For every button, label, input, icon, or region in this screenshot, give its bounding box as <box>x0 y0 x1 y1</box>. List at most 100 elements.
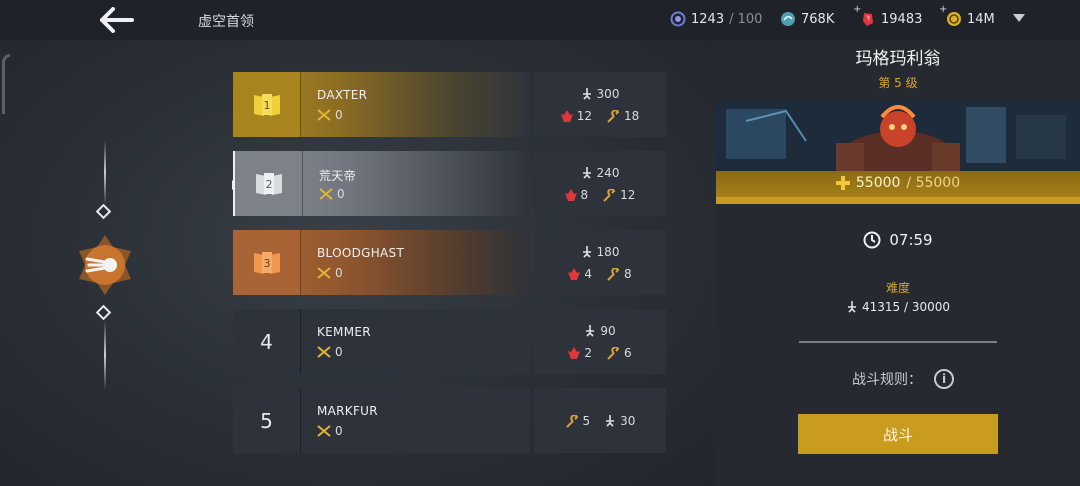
difficulty-label: 难度 <box>885 281 910 295</box>
power-stat: 90 <box>534 324 666 338</box>
leaderboard-row[interactable]: 2 荒天帝 0 240 8 12 <box>233 151 666 216</box>
clock-icon <box>863 231 881 249</box>
boss-portrait <box>716 101 1080 173</box>
kills-value: 0 <box>335 345 343 359</box>
player-stats: 180 4 8 <box>534 230 666 295</box>
track-node-upper[interactable] <box>95 203 112 220</box>
rank-badge: 3 <box>233 230 301 295</box>
power-value: 240 <box>596 166 620 180</box>
panel-edge-decoration <box>2 54 10 114</box>
resource-void-crystal[interactable]: 1243 / 100 <box>670 11 762 27</box>
page-title: 虚空首领 <box>198 14 254 30</box>
sword-power-icon <box>847 301 856 313</box>
boss-hp-max: / 55000 <box>906 175 961 191</box>
player-info: 1 DAXTER 0 <box>233 72 530 137</box>
difficulty-value: 41315 / 30000 <box>716 300 1080 314</box>
player-info: 5 MARKFUR 0 <box>233 388 530 453</box>
rank-badge: 5 <box>233 388 301 453</box>
resource-stats: 8 12 <box>534 188 666 202</box>
track-line-lower <box>104 320 106 390</box>
power-stat: 180 <box>534 245 666 259</box>
void-crystal-max: / 100 <box>729 11 763 27</box>
kills-value: 0 <box>337 187 345 201</box>
power-value: 90 <box>600 324 616 338</box>
rank-number: 4 <box>260 329 273 354</box>
red-crystal-icon <box>560 109 573 122</box>
rules-label: 战斗规则： <box>852 372 922 388</box>
rank-number: 3 <box>263 257 270 270</box>
boss-level: 第 5 级 <box>878 76 918 90</box>
player-kills: 0 <box>317 424 343 438</box>
resource-stats: 2 6 <box>534 346 666 360</box>
boss-hp-current: 55000 <box>855 175 901 191</box>
leaderboard-row[interactable]: 5 MARKFUR 0 5 30 <box>233 388 666 453</box>
back-button[interactable] <box>98 6 138 34</box>
rank-silver-banner-icon: 2 <box>255 172 282 195</box>
resource-stats: 12 18 <box>534 109 666 123</box>
player-name: DAXTER <box>317 88 368 102</box>
energy-orb-value: 768K <box>801 11 835 27</box>
red-crystal-icon <box>568 346 581 359</box>
track-node-lower[interactable] <box>95 304 112 321</box>
player-stats: 90 2 6 <box>534 309 666 374</box>
stat-b-value: 18 <box>624 109 640 123</box>
info-icon[interactable]: i <box>934 369 954 389</box>
add-gold-icon[interactable]: + <box>939 4 947 15</box>
gold-coin-value: 14M <box>967 11 995 27</box>
add-gem-icon[interactable]: + <box>853 4 861 15</box>
void-crystal-icon <box>670 11 686 27</box>
stat-a-value: 8 <box>580 188 589 202</box>
rank-bronze-banner-icon: 3 <box>253 251 280 274</box>
crossed-swords-icon <box>317 267 331 279</box>
leaderboard-row[interactable]: 3 BLOODGHAST 0 180 4 8 <box>233 230 666 295</box>
power-stat: 300 <box>534 87 666 101</box>
sword-power-icon <box>606 415 615 427</box>
arrow-left-icon <box>100 7 134 33</box>
stat-b-value: 6 <box>624 346 632 360</box>
player-kills: 0 <box>319 187 345 201</box>
rank-badge: 2 <box>235 151 303 216</box>
resource-energy-orb[interactable]: 768K <box>780 11 834 27</box>
wrench-icon <box>607 346 620 360</box>
kills-value: 0 <box>335 266 343 280</box>
menu-dropdown-icon[interactable] <box>1013 14 1025 22</box>
battle-rules[interactable]: 战斗规则： i <box>716 369 1080 389</box>
resource-red-gem[interactable]: + 19483 <box>853 4 923 27</box>
power-value: 30 <box>620 414 636 428</box>
red-crystal-icon <box>564 188 577 201</box>
track-line-upper <box>104 140 106 205</box>
wrench-icon <box>603 188 616 202</box>
leaderboard-row[interactable]: 1 DAXTER 0 300 12 18 <box>233 72 666 137</box>
rank-number: 5 <box>260 408 273 433</box>
red-gem-value: 19483 <box>881 11 923 27</box>
resource-stats: 5 30 <box>534 414 666 428</box>
resource-gold-coin[interactable]: + 14M <box>939 4 995 27</box>
kills-value: 0 <box>335 424 343 438</box>
power-value: 180 <box>596 245 620 259</box>
gold-coin-icon <box>947 12 961 26</box>
player-kills: 0 <box>317 108 343 122</box>
player-name: KEMMER <box>317 325 371 339</box>
player-info: 3 BLOODGHAST 0 <box>233 230 530 295</box>
health-plus-icon <box>835 176 850 190</box>
player-stats: 300 12 18 <box>534 72 666 137</box>
boss-emblem[interactable] <box>73 233 137 297</box>
power-value: 300 <box>596 87 620 101</box>
stat-b-value: 8 <box>624 267 632 281</box>
crossed-swords-icon <box>319 188 333 200</box>
sword-power-icon <box>586 325 595 337</box>
player-name: BLOODGHAST <box>317 246 405 260</box>
leaderboard-row[interactable]: 4 KEMMER 0 90 2 6 <box>233 309 666 374</box>
player-stats: 240 8 12 <box>534 151 666 216</box>
difficulty-number: 41315 / 30000 <box>861 300 951 314</box>
timer-value: 07:59 <box>889 231 933 249</box>
wrench-icon <box>607 267 620 281</box>
sword-power-icon <box>582 167 591 179</box>
boss-health-bar: 55000 / 55000 <box>716 171 1080 204</box>
player-info: 4 KEMMER 0 <box>233 309 530 374</box>
red-gem-icon <box>863 13 873 26</box>
player-kills: 0 <box>317 345 343 359</box>
kills-value: 0 <box>335 108 343 122</box>
sword-power-icon <box>582 88 591 100</box>
battle-button[interactable]: 战斗 <box>798 414 998 454</box>
